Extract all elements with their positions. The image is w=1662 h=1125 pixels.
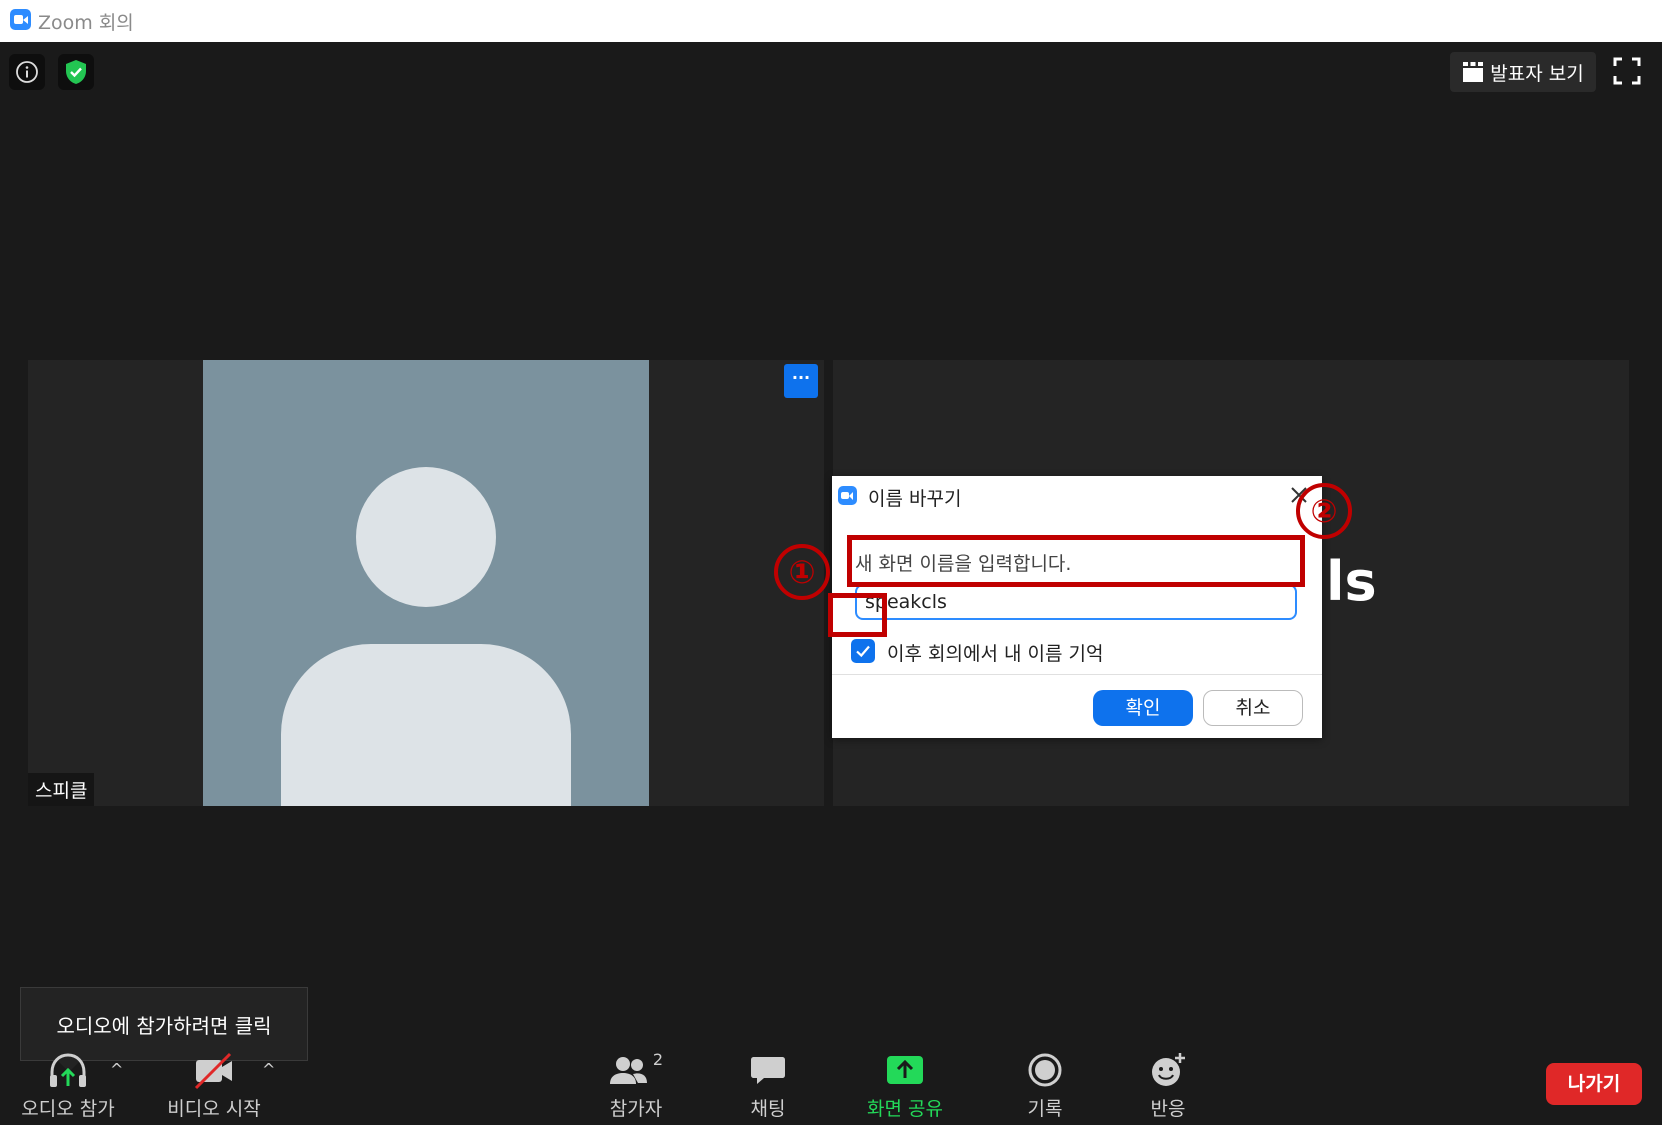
annotation-marker-1: ①: [774, 544, 830, 600]
confirm-button[interactable]: 확인: [1093, 690, 1193, 726]
fullscreen-icon[interactable]: [1612, 56, 1642, 86]
tooltip-text: 오디오에 참가하려면 클릭: [56, 1013, 272, 1038]
cancel-button[interactable]: 취소: [1203, 690, 1303, 726]
avatar: [203, 360, 649, 806]
participant-name-label: 스피클: [28, 773, 95, 806]
security-button[interactable]: [58, 54, 94, 90]
participants-label: 참가자: [609, 1098, 663, 1120]
start-video-label: 비디오 시작: [167, 1098, 261, 1120]
video-off-icon: [194, 1052, 232, 1090]
highlight-input-box: [847, 535, 1305, 587]
grid-view-icon: [1463, 62, 1484, 82]
record-button[interactable]: 기록: [1005, 1050, 1085, 1121]
join-audio-label: 오디오 참가: [21, 1098, 115, 1120]
chat-label: 채팅: [750, 1098, 786, 1120]
window-title: Zoom 회의: [38, 12, 134, 34]
video-options-caret[interactable]: ^: [262, 1060, 275, 1079]
more-options-button[interactable]: ···: [784, 364, 818, 398]
avatar-body: [281, 644, 571, 806]
dialog-divider: [832, 674, 1322, 675]
speaker-view-button[interactable]: 발표자 보기: [1450, 52, 1596, 92]
meeting-area: 발표자 보기 스피클 ··· ls 이름 바꾸기 새 화면 이름을 입력합니다.…: [0, 42, 1662, 1125]
remember-name-label[interactable]: 이후 회의에서 내 이름 기억: [887, 639, 1103, 666]
meeting-info-button[interactable]: [9, 54, 45, 90]
participants-button[interactable]: 2 참가자: [596, 1050, 676, 1121]
headphones-icon: [50, 1053, 86, 1087]
reactions-button[interactable]: 반응: [1128, 1050, 1208, 1121]
tile-partial-text: ls: [1326, 550, 1377, 613]
remember-name-checkbox[interactable]: [851, 639, 875, 663]
screen-name-input[interactable]: [855, 584, 1297, 620]
reactions-icon: [1152, 1053, 1185, 1086]
rename-dialog: 이름 바꾸기 새 화면 이름을 입력합니다. 이후 회의에서 내 이름 기억 확…: [832, 476, 1322, 738]
speaker-view-label: 발표자 보기: [1490, 62, 1584, 85]
record-label: 기록: [1027, 1098, 1063, 1120]
annotation-marker-2: ②: [1296, 483, 1352, 539]
avatar-head: [356, 467, 496, 607]
share-screen-button[interactable]: 화면 공유: [855, 1050, 955, 1121]
chat-icon: [751, 1057, 785, 1084]
window-titlebar: Zoom 회의: [0, 0, 1662, 42]
shield-icon: [66, 60, 86, 84]
participants-count: 2: [652, 1050, 664, 1069]
dialog-title: 이름 바꾸기: [868, 488, 962, 510]
participants-icon: [609, 1057, 647, 1084]
chat-button[interactable]: 채팅: [728, 1050, 808, 1121]
share-screen-label: 화면 공유: [867, 1098, 943, 1120]
zoom-app-icon: [838, 486, 857, 505]
reactions-label: 반응: [1150, 1098, 1186, 1120]
info-icon: [16, 61, 38, 83]
zoom-app-icon: [10, 9, 31, 30]
highlight-checkbox-box: [828, 593, 887, 637]
checkmark-icon: [856, 645, 870, 658]
join-audio-button[interactable]: 오디오 참가: [14, 1050, 122, 1121]
participant-video-tile[interactable]: 스피클 ···: [28, 360, 824, 806]
leave-meeting-button[interactable]: 나가기: [1546, 1063, 1642, 1105]
share-screen-icon: [887, 1056, 923, 1084]
record-icon: [1028, 1053, 1062, 1087]
audio-options-caret[interactable]: ^: [110, 1060, 123, 1079]
start-video-button[interactable]: 비디오 시작: [160, 1050, 268, 1121]
